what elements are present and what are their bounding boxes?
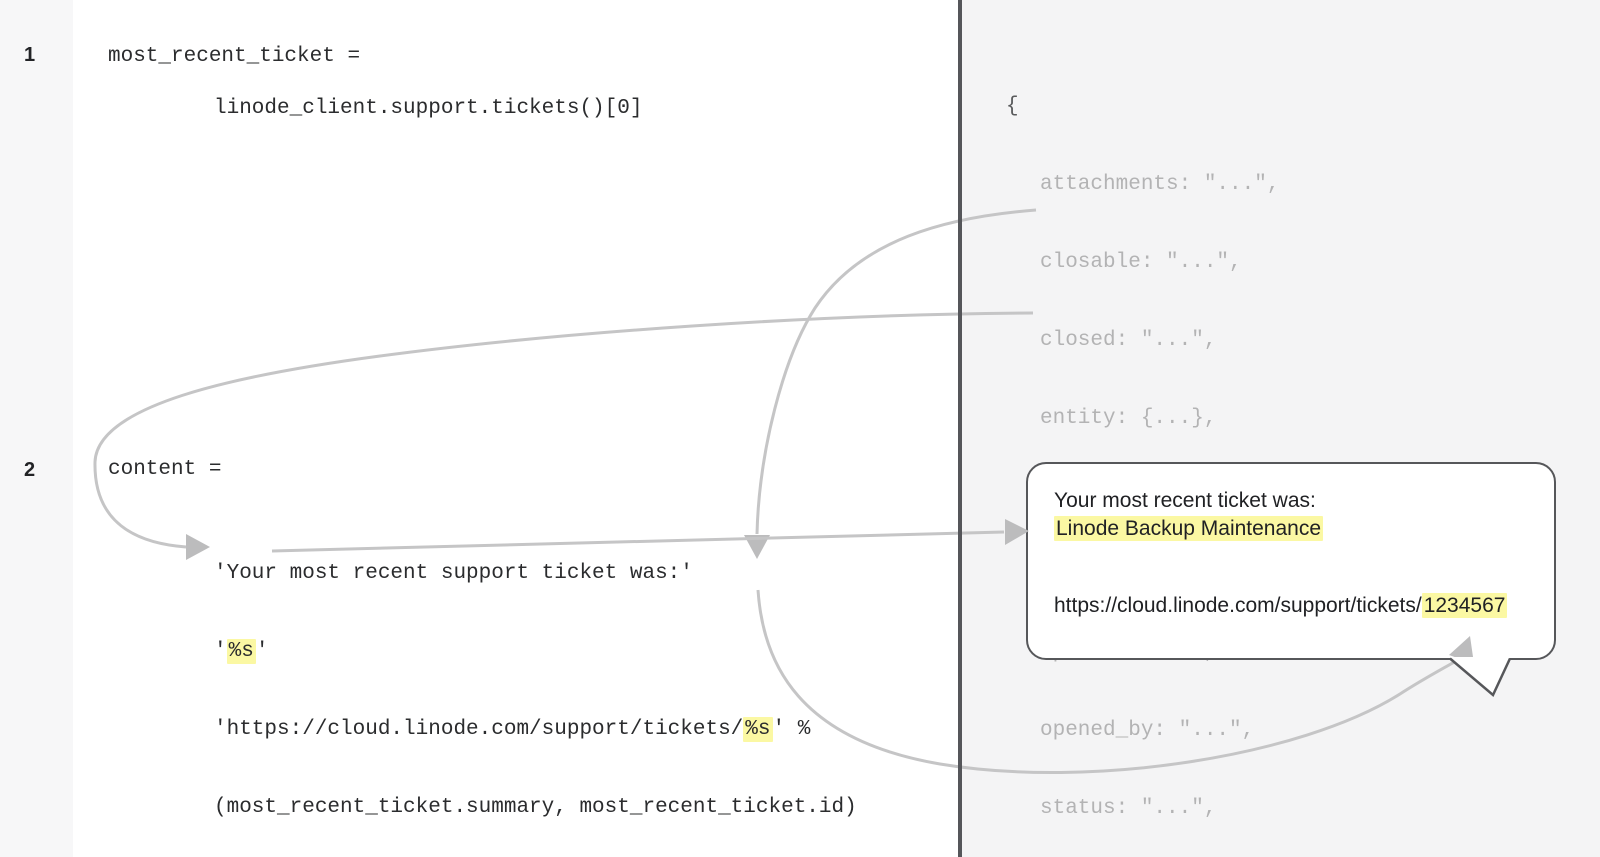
id-placeholder-highlight: %s — [743, 717, 772, 742]
arrowhead-right-icon — [186, 534, 210, 560]
code-stmt2-body: 'Your most recent support ticket was:' '… — [214, 509, 857, 857]
output-bubble: Your most recent ticket was: Linode Back… — [1026, 462, 1556, 660]
output-url-line: https://cloud.linode.com/support/tickets… — [1054, 592, 1507, 620]
code-string-2: '%s' — [214, 639, 857, 665]
line-number-1: 1 — [24, 44, 64, 67]
panel-divider — [958, 0, 962, 857]
url-string: 'https://cloud.linode.com/support/ticket… — [214, 718, 743, 741]
json-line-closed: closed: "...", — [1006, 328, 1510, 354]
code-annotation-diagram: 1 2 most_recent_ticket = linode_client.s… — [0, 0, 1600, 857]
output-summary-highlight: Linode Backup Maintenance — [1054, 516, 1323, 541]
json-line-entity: entity: {...}, — [1006, 406, 1510, 432]
output-line-1: Your most recent ticket was: — [1054, 487, 1507, 515]
json-open-brace: { — [1006, 94, 1510, 120]
code-tuple: (most_recent_ticket.summary, most_recent… — [214, 795, 857, 821]
format-operator: ' % — [773, 718, 811, 741]
line-number-gutter — [0, 0, 73, 857]
code-stmt2-lhs: content = — [108, 457, 221, 483]
output-url-text: https://cloud.linode.com/support/tickets… — [1054, 594, 1422, 617]
json-line-attachments: attachments: "...", — [1006, 172, 1510, 198]
json-line-closable: closable: "...", — [1006, 250, 1510, 276]
code-stmt1-rhs: linode_client.support.tickets()[0] — [214, 96, 642, 122]
json-line-status: status: "...", — [1006, 796, 1510, 822]
json-line-opened-by: opened_by: "...", — [1006, 718, 1510, 744]
summary-placeholder-highlight: %s — [227, 639, 256, 664]
line-number-2: 2 — [24, 459, 64, 482]
code-string-1: 'Your most recent support ticket was:' — [214, 561, 857, 587]
quote: ' — [256, 640, 269, 663]
output-line-2: Linode Backup Maintenance — [1054, 515, 1507, 543]
output-id-highlight: 1234567 — [1422, 593, 1508, 618]
code-string-3: 'https://cloud.linode.com/support/ticket… — [214, 717, 857, 743]
quote: ' — [214, 640, 227, 663]
output-bubble-text: Your most recent ticket was: Linode Back… — [1054, 487, 1507, 620]
code-stmt1-lhs: most_recent_ticket = — [108, 44, 360, 70]
ticket-json-object: { attachments: "...", closable: "...", c… — [1006, 42, 1510, 857]
